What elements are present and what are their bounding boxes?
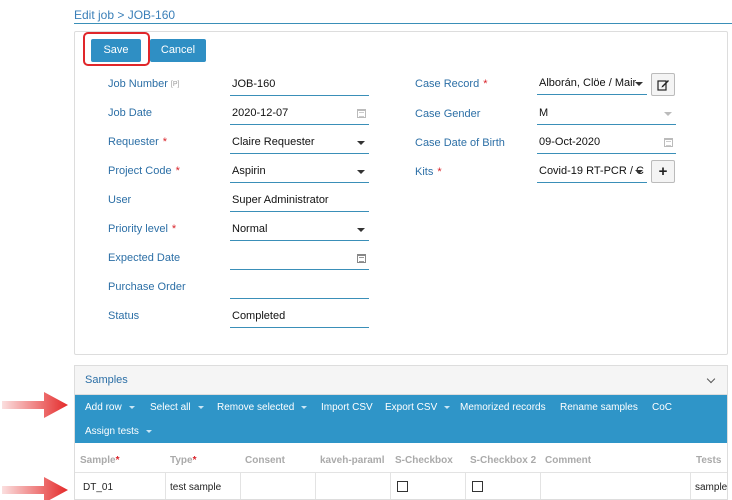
- calendar-icon[interactable]: [664, 138, 673, 147]
- column-header-type[interactable]: Type*: [170, 455, 197, 466]
- job-number-label: Job Number [P]: [108, 78, 180, 90]
- column-header-comment[interactable]: Comment: [545, 455, 591, 466]
- pin-icon: [P]: [170, 81, 180, 88]
- column-header-kaveh-paraml[interactable]: kaveh-paraml: [320, 455, 384, 466]
- breadcrumb-divider: [74, 23, 732, 24]
- status-field[interactable]: Completed: [230, 308, 369, 328]
- case-record-edit-button[interactable]: [651, 73, 675, 96]
- calendar-icon[interactable]: [357, 254, 366, 263]
- plus-icon: +: [658, 163, 668, 180]
- cancel-button[interactable]: Cancel: [150, 39, 206, 62]
- chevron-down-icon: [197, 406, 204, 409]
- case-record-label: Case Record *: [415, 78, 488, 90]
- tests-cell[interactable]: sample: [695, 482, 727, 493]
- remove-selected-button[interactable]: Remove selected: [217, 402, 308, 413]
- user-label: User: [108, 194, 132, 206]
- column-header-s-checkbox[interactable]: S-Checkbox: [395, 455, 453, 466]
- chevron-down-icon: [145, 430, 152, 433]
- chevron-down-icon: [635, 82, 643, 86]
- chevron-down-icon: [444, 406, 451, 409]
- grid-divider: [540, 472, 541, 499]
- user-field[interactable]: Super Administrator: [230, 192, 369, 212]
- case-date-of-birth-field[interactable]: 09-Oct-2020: [537, 134, 676, 154]
- priority-level-select[interactable]: Normal: [230, 221, 369, 241]
- chevron-down-icon: [357, 170, 365, 174]
- case-record-select[interactable]: Alborán, Clöe / Mair: [537, 75, 647, 95]
- annotation-arrow-icon: [2, 392, 68, 418]
- expected-date-field[interactable]: [230, 250, 369, 270]
- breadcrumb: Edit job > JOB-160: [74, 8, 176, 22]
- case-date-of-birth-label: Case Date of Birth: [415, 137, 505, 149]
- save-highlight-box: [83, 32, 150, 66]
- chevron-down-icon: [635, 170, 643, 174]
- case-gender-label: Case Gender: [415, 108, 481, 120]
- chevron-down-icon[interactable]: [706, 374, 716, 384]
- samples-title: Samples: [85, 374, 128, 386]
- s-checkbox[interactable]: [397, 481, 408, 492]
- samples-header[interactable]: Samples: [75, 366, 727, 395]
- requester-label: Requester *: [108, 136, 168, 148]
- select-all-button[interactable]: Select all: [150, 402, 204, 413]
- chevron-down-icon: [664, 112, 672, 116]
- grid-divider: [165, 472, 166, 499]
- sample-cell[interactable]: DT_01: [83, 482, 113, 493]
- grid-divider: [390, 472, 391, 499]
- chevron-down-icon: [301, 406, 308, 409]
- grid-divider: [690, 472, 691, 499]
- chevron-down-icon: [357, 228, 365, 232]
- import-csv-button[interactable]: Import CSV: [321, 402, 373, 413]
- coc-button[interactable]: CoC: [652, 402, 672, 413]
- memorized-records-button[interactable]: Memorized records: [460, 402, 546, 413]
- edit-icon: [656, 80, 669, 91]
- chevron-down-icon: [357, 141, 365, 145]
- purchase-order-field[interactable]: [230, 279, 369, 299]
- samples-panel: Samples Add row Select all Remove select…: [74, 365, 728, 500]
- grid-divider: [465, 472, 466, 499]
- s-checkbox-2[interactable]: [472, 481, 483, 492]
- grid-divider: [75, 472, 727, 473]
- type-cell[interactable]: test sample: [170, 482, 221, 493]
- column-header-sample[interactable]: Sample*: [80, 455, 119, 466]
- job-date-label: Job Date: [108, 107, 153, 119]
- column-header-tests[interactable]: Tests: [696, 455, 721, 466]
- job-number-field[interactable]: JOB-160: [230, 76, 369, 96]
- status-label: Status: [108, 310, 140, 322]
- calendar-icon[interactable]: [357, 109, 366, 118]
- expected-date-label: Expected Date: [108, 252, 181, 264]
- grid-divider: [240, 472, 241, 499]
- grid-divider: [315, 472, 316, 499]
- rename-samples-button[interactable]: Rename samples: [560, 402, 638, 413]
- project-code-label: Project Code *: [108, 165, 180, 177]
- purchase-order-label: Purchase Order: [108, 281, 186, 293]
- add-row-button[interactable]: Add row: [85, 402, 135, 413]
- kits-add-button[interactable]: +: [651, 160, 675, 183]
- chevron-down-icon: [128, 406, 135, 409]
- assign-tests-button[interactable]: Assign tests: [85, 426, 152, 437]
- export-csv-button[interactable]: Export CSV: [385, 402, 451, 413]
- annotation-arrow-icon: [2, 477, 68, 500]
- column-header-s-checkbox-2[interactable]: S-Checkbox 2: [470, 455, 536, 466]
- job-date-field[interactable]: 2020-12-07: [230, 105, 369, 125]
- samples-toolbar: Add row Select all Remove selected Impor…: [75, 395, 727, 443]
- priority-level-label: Priority level *: [108, 223, 177, 235]
- case-gender-select[interactable]: M: [537, 105, 676, 125]
- project-code-select[interactable]: Aspirin: [230, 163, 369, 183]
- kits-select[interactable]: Covid-19 RT-PCR / C: [537, 163, 647, 183]
- kits-label: Kits *: [415, 166, 442, 178]
- requester-select[interactable]: Claire Requester: [230, 134, 369, 154]
- column-header-consent[interactable]: Consent: [245, 455, 285, 466]
